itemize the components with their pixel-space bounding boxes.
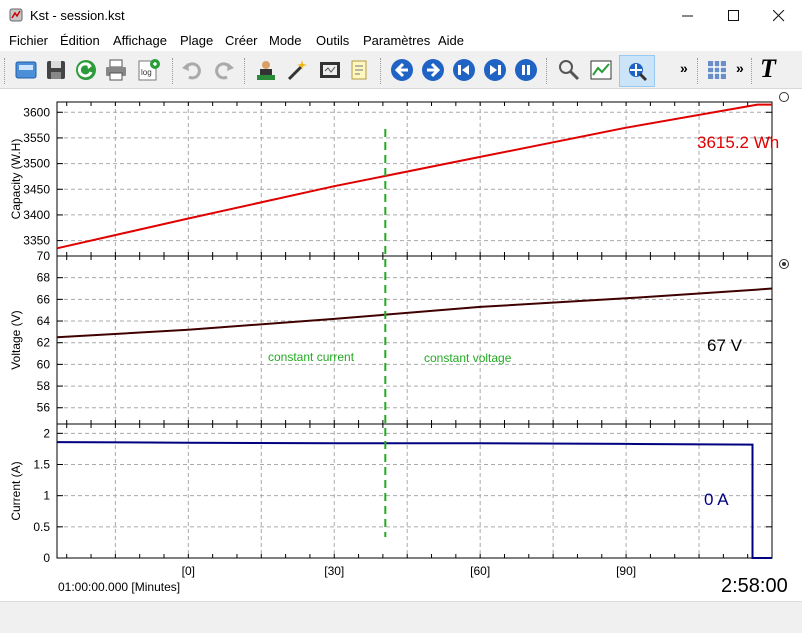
x-tick-label: [60] <box>470 564 490 578</box>
toolbar-separator <box>244 58 249 84</box>
video-icon[interactable] <box>318 58 342 82</box>
voltage-y-tick-label: 64 <box>37 314 51 328</box>
voltage-y-tick-label: 68 <box>37 271 51 285</box>
data-manager-icon[interactable] <box>254 58 278 82</box>
toolbar: log » » T <box>0 52 802 89</box>
voltage-y-tick-label: 60 <box>37 357 51 371</box>
back-icon[interactable] <box>390 58 414 82</box>
capacity-y-tick-label: 3400 <box>23 208 50 222</box>
toolbar-overflow-button[interactable]: » <box>680 60 688 76</box>
new-icon[interactable] <box>14 58 38 82</box>
log-icon[interactable]: log <box>136 58 160 82</box>
window-title: Kst - session.kst <box>30 8 125 23</box>
menu-bar: Fichier Édition Affichage Plage Créer Mo… <box>0 31 802 51</box>
menu-fichier[interactable]: Fichier <box>9 33 48 48</box>
current-y-tick-label: 2 <box>43 426 50 440</box>
plot-canvas[interactable]: 3350 3400 3450 3500 3550 3600 56 58 60 62 64 66 68 70… <box>0 89 802 601</box>
voltage-plot-frame[interactable] <box>56 255 773 425</box>
y-tick-labels: 3350 3400 3450 3500 3550 3600 56 58 60 62 64 66 68 70… <box>23 105 50 565</box>
minimize-button[interactable] <box>665 0 711 31</box>
current-y-tick-label: 0.5 <box>33 520 50 534</box>
current-y-tick-label: 1.5 <box>33 458 50 472</box>
undo-icon[interactable] <box>180 58 204 82</box>
data-curves <box>56 103 773 559</box>
capacity-plot-frame[interactable] <box>56 101 773 257</box>
maximize-icon <box>728 9 739 21</box>
constant-current-annotation: constant current <box>268 350 355 364</box>
voltage-axis-label: Voltage (V) <box>9 310 23 369</box>
current-axis-label: Current (A) <box>9 461 23 520</box>
pan-mode-toggle[interactable] <box>619 55 655 87</box>
capacity-axis-label: Capacity (W.H) <box>9 139 23 220</box>
menu-edition[interactable]: Édition <box>60 33 100 48</box>
x-tick-labels: [0] [30] [60] [90] <box>182 564 636 578</box>
toolbar-separator <box>751 58 756 84</box>
close-icon <box>773 9 785 21</box>
constant-voltage-annotation: constant voltage <box>424 351 512 365</box>
capacity-y-tick-label: 3550 <box>23 131 50 145</box>
close-button[interactable] <box>756 0 802 31</box>
menu-affichage[interactable]: Affichage <box>113 33 167 48</box>
notes-icon[interactable] <box>348 58 372 82</box>
current-y-tick-label: 0 <box>43 551 50 565</box>
menu-aide[interactable]: Aide <box>438 33 464 48</box>
reload-icon[interactable] <box>74 58 98 82</box>
minimize-icon <box>682 15 693 16</box>
x-tick-label: [30] <box>324 564 344 578</box>
voltage-y-tick-label: 66 <box>37 292 51 306</box>
capacity-y-tick-label: 3450 <box>23 182 50 196</box>
pause-icon[interactable] <box>514 58 538 82</box>
voltage-value-label: 67 V <box>707 336 743 355</box>
capacity-series-line <box>56 103 772 250</box>
status-bar <box>0 601 802 633</box>
voltage-y-tick-label: 56 <box>37 401 51 415</box>
redo-icon[interactable] <box>212 58 236 82</box>
x-tick-label: [0] <box>182 564 195 578</box>
kst-app-icon <box>9 8 23 22</box>
toolbar-separator <box>380 58 385 84</box>
clock-readout: 2:58:00 <box>721 575 788 597</box>
wand-icon[interactable] <box>286 58 310 82</box>
plot-window: 3350 3400 3450 3500 3550 3600 56 58 60 62 64 66 68 70… <box>0 89 802 601</box>
menu-outils[interactable]: Outils <box>316 33 349 48</box>
menu-plage[interactable]: Plage <box>180 33 213 48</box>
x-axis-label: 01:00:00.000 [Minutes] <box>58 580 180 594</box>
menu-mode[interactable]: Mode <box>269 33 302 48</box>
toolbar-separator <box>697 58 702 84</box>
current-y-tick-label: 1 <box>43 489 50 503</box>
plot-select-radio-capacity[interactable] <box>779 92 789 102</box>
menu-creer[interactable]: Créer <box>225 33 258 48</box>
toolbar-separator <box>172 58 177 84</box>
svg-text:log: log <box>141 68 152 77</box>
maximize-button[interactable] <box>711 0 757 31</box>
voltage-y-tick-label: 70 <box>37 249 51 263</box>
plot-select-radio-dot <box>782 262 786 266</box>
title-bar: Kst - session.kst <box>0 0 802 31</box>
plot-layout-icon[interactable] <box>589 58 613 82</box>
current-series-line <box>56 441 772 559</box>
first-icon[interactable] <box>452 58 476 82</box>
grid-icon[interactable] <box>705 58 729 82</box>
last-icon[interactable] <box>483 58 507 82</box>
toolbar-grip <box>4 58 9 84</box>
menu-parametres[interactable]: Paramètres <box>363 33 430 48</box>
capacity-y-tick-label: 3500 <box>23 157 50 171</box>
capacity-value-label: 3615.2 Wh <box>697 133 779 152</box>
toolbar-separator <box>546 58 551 84</box>
current-value-label: 0 A <box>704 490 729 509</box>
print-icon[interactable] <box>104 58 128 82</box>
voltage-y-tick-label: 58 <box>37 379 51 393</box>
text-tool-button[interactable]: T <box>760 54 776 84</box>
save-icon[interactable] <box>44 58 68 82</box>
pan-icon <box>629 63 648 82</box>
toolbar-overflow-button[interactable]: » <box>736 60 744 76</box>
zoom-tool-icon[interactable] <box>557 58 581 82</box>
capacity-y-tick-label: 3600 <box>23 105 50 119</box>
capacity-y-tick-label: 3350 <box>23 234 50 248</box>
x-tick-label: [90] <box>616 564 636 578</box>
voltage-series-line <box>56 287 773 339</box>
voltage-y-tick-label: 62 <box>37 336 51 350</box>
forward-icon[interactable] <box>421 58 445 82</box>
